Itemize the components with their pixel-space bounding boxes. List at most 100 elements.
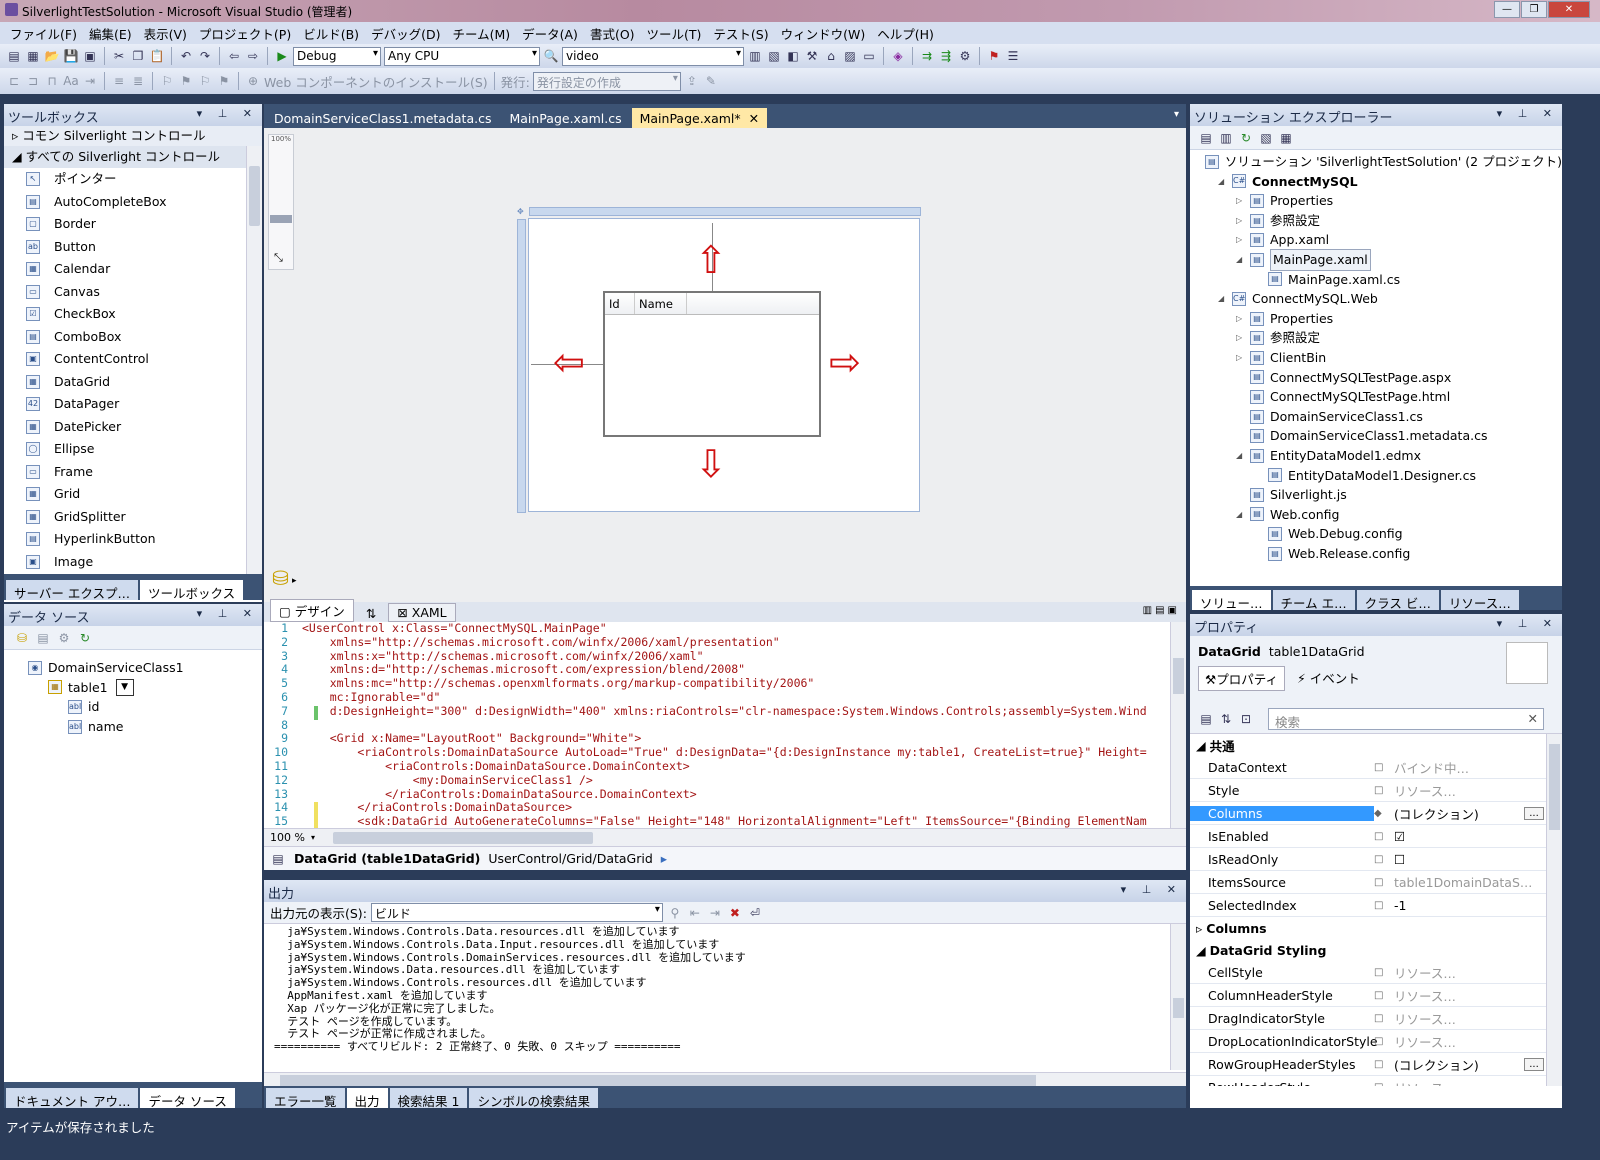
refresh-icon[interactable]: ↻ — [77, 630, 93, 646]
tab[interactable]: データ ソース — [140, 1088, 235, 1109]
solution-node[interactable]: ▤ ConnectMySQLTestPage.html — [1190, 387, 1562, 407]
diagram-icon[interactable]: ⚑ — [986, 48, 1002, 64]
expand-arrow-icon[interactable]: ▸ — [292, 576, 297, 586]
field-node[interactable]: abl name — [28, 717, 262, 737]
property-marker-icon[interactable]: □ — [1374, 967, 1394, 978]
solution-node[interactable]: ▷ ▤ 参照設定 — [1190, 328, 1562, 348]
toolbox-item[interactable]: ↖ ポインター — [26, 168, 262, 191]
scrollbar-thumb[interactable] — [1549, 744, 1560, 830]
property-value[interactable]: リソース… — [1394, 1032, 1562, 1051]
categorized-icon[interactable]: ▤ — [1198, 711, 1214, 727]
toolbox-item[interactable]: ▤ HyperlinkButton — [26, 528, 262, 551]
refresh-icon[interactable]: ↻ — [1238, 130, 1254, 146]
property-marker-icon[interactable]: □ — [1374, 990, 1394, 1001]
clear-all-icon[interactable]: ✖ — [727, 905, 743, 921]
tab[interactable]: リソース… — [1440, 590, 1519, 611]
extension-icon[interactable]: ▨ — [842, 48, 858, 64]
toolbox-item[interactable]: ▢ Border — [26, 213, 262, 236]
solution-explorer-icon[interactable]: ▥ — [747, 48, 763, 64]
expand-icon[interactable]: ◢ — [1236, 505, 1250, 525]
configure-icon[interactable]: ⚙ — [56, 630, 72, 646]
breadcrumb-next-icon[interactable]: ▸ — [661, 851, 667, 866]
edit-dataset-icon[interactable]: ▤ — [35, 630, 51, 646]
property-value[interactable]: バインド中… — [1394, 758, 1562, 777]
expand-icon[interactable]: ▷ — [1236, 211, 1250, 231]
solution-node[interactable]: ▤ ソリューション 'SilverlightTestSolution' (2 プロ… — [1190, 152, 1562, 172]
property-marker-icon[interactable]: □ — [1374, 877, 1394, 888]
web-install-button[interactable]: Web コンポーネントのインストール(S) — [264, 72, 488, 91]
close-button[interactable]: ✕ — [1548, 1, 1590, 18]
field-node[interactable]: abl id — [28, 697, 262, 717]
solution-node[interactable]: ▤ ConnectMySQLTestPage.aspx — [1190, 368, 1562, 388]
next-message-icon[interactable]: ⇥ — [707, 905, 723, 921]
menu-item[interactable]: 書式(O) — [584, 24, 641, 43]
uncomment-icon[interactable]: ≣ — [130, 73, 146, 89]
paste-icon[interactable]: 📋 — [149, 48, 165, 64]
save-icon[interactable]: 💾 — [63, 48, 79, 64]
platform-combo[interactable]: Any CPU — [384, 46, 540, 66]
toolbox-item[interactable]: ▤ AutoCompleteBox — [26, 191, 262, 214]
dropdown-arrow-icon[interactable]: ▼ — [115, 678, 134, 696]
property-row[interactable]: SelectedIndex □ -1 — [1190, 894, 1562, 917]
ellipsis-button[interactable]: ... — [1524, 806, 1544, 820]
property-row[interactable]: ItemsSource □ table1DomainDataS… — [1190, 871, 1562, 894]
align-right-icon[interactable]: ⊓ — [44, 73, 60, 89]
goto-location-icon[interactable]: ⚲ — [667, 905, 683, 921]
bookmark-clear-icon[interactable]: ⚑ — [216, 73, 232, 89]
font-size-icon[interactable]: Aa — [63, 73, 79, 89]
panel-controls[interactable]: ▾ ⊥ ✕ — [197, 107, 258, 120]
tab-list-icon[interactable]: ▾ — [1174, 109, 1179, 120]
property-marker-icon[interactable]: □ — [1374, 785, 1394, 796]
tab[interactable]: クラス ビ… — [1356, 590, 1439, 611]
navigate-icon[interactable]: ⇦ — [226, 48, 242, 64]
zoom-slider[interactable]: 100% ⤡ — [268, 134, 294, 270]
property-value[interactable]: リソース… — [1394, 781, 1562, 800]
menu-item[interactable]: ビルド(B) — [297, 24, 365, 43]
toolbox-item[interactable]: ☑ CheckBox — [26, 303, 262, 326]
table-node[interactable]: ▦ table1 ▼ — [28, 678, 262, 698]
align-center-icon[interactable]: ⊐ — [25, 73, 41, 89]
property-value[interactable]: リソース… — [1394, 1078, 1562, 1087]
show-all-files-icon[interactable]: ▥ — [1218, 130, 1234, 146]
toolbox-group-common[interactable]: ▹ コモン Silverlight コントロール — [4, 126, 262, 146]
debug-step-icon[interactable]: ⇉ — [919, 48, 935, 64]
web-install-icon[interactable]: ⊕ — [245, 73, 261, 89]
toolbox-item[interactable]: ab Button — [26, 236, 262, 259]
tab[interactable]: ドキュメント アウ… — [6, 1088, 139, 1109]
editor-tab[interactable]: MainPage.xaml.cs — [501, 108, 629, 128]
expand-icon[interactable]: ▷ — [1236, 191, 1250, 211]
comment-icon[interactable]: ≡ — [111, 73, 127, 89]
document-outline-icon[interactable]: ▤ — [270, 851, 286, 867]
toolbox-item[interactable]: 42 DataPager — [26, 393, 262, 416]
toolbox-item[interactable]: ◯ Ellipse — [26, 438, 262, 461]
menu-item[interactable]: チーム(M) — [446, 24, 516, 43]
debug-step-into-icon[interactable]: ⇶ — [938, 48, 954, 64]
tab[interactable]: 検索結果 1 — [389, 1088, 468, 1109]
panel-controls[interactable]: ▾ ⊥ ✕ — [1497, 107, 1558, 120]
expand-icon[interactable]: ▷ — [1236, 309, 1250, 329]
align-left-icon[interactable]: ⊏ — [6, 73, 22, 89]
bookmark-next-icon[interactable]: ⚑ — [178, 73, 194, 89]
tab[interactable]: エラー一覧 — [266, 1088, 345, 1109]
property-row[interactable]: CellStyle □ リソース… — [1190, 961, 1562, 984]
solution-node[interactable]: ▷ ▤ 参照設定 — [1190, 211, 1562, 231]
find-in-files-icon[interactable]: 🔍 — [543, 48, 559, 64]
toolbox-item[interactable]: ▤ ComboBox — [26, 326, 262, 349]
toolbox-item[interactable]: ▦ DatePicker — [26, 416, 262, 439]
solution-node[interactable]: ▷ ▤ Properties — [1190, 309, 1562, 329]
object-name[interactable]: table1DataGrid — [1269, 644, 1365, 659]
editor-tab[interactable]: MainPage.xaml* ✕ — [631, 108, 768, 128]
tab[interactable]: チーム エ… — [1272, 590, 1355, 611]
new-project-icon[interactable]: ▤ — [6, 48, 22, 64]
toolbox-group-all[interactable]: ◢ すべての Silverlight コントロール — [4, 146, 262, 168]
property-row[interactable]: IsReadOnly □ ☐ — [1190, 848, 1562, 871]
tab[interactable]: シンボルの検索結果 — [469, 1088, 598, 1109]
bookmark-prev-icon[interactable]: ⚐ — [197, 73, 213, 89]
indent-icon[interactable]: ⇥ — [82, 73, 98, 89]
property-marker-icon[interactable]: □ — [1374, 831, 1394, 842]
pane-layout-icons[interactable]: ▥▤▣ — [1143, 605, 1180, 616]
solution-node[interactable]: ▤ DomainServiceClass1.metadata.cs — [1190, 426, 1562, 446]
property-value[interactable]: (コレクション) — [1394, 1055, 1524, 1074]
menu-item[interactable]: テスト(S) — [707, 24, 774, 43]
menu-item[interactable]: 編集(E) — [83, 24, 138, 43]
